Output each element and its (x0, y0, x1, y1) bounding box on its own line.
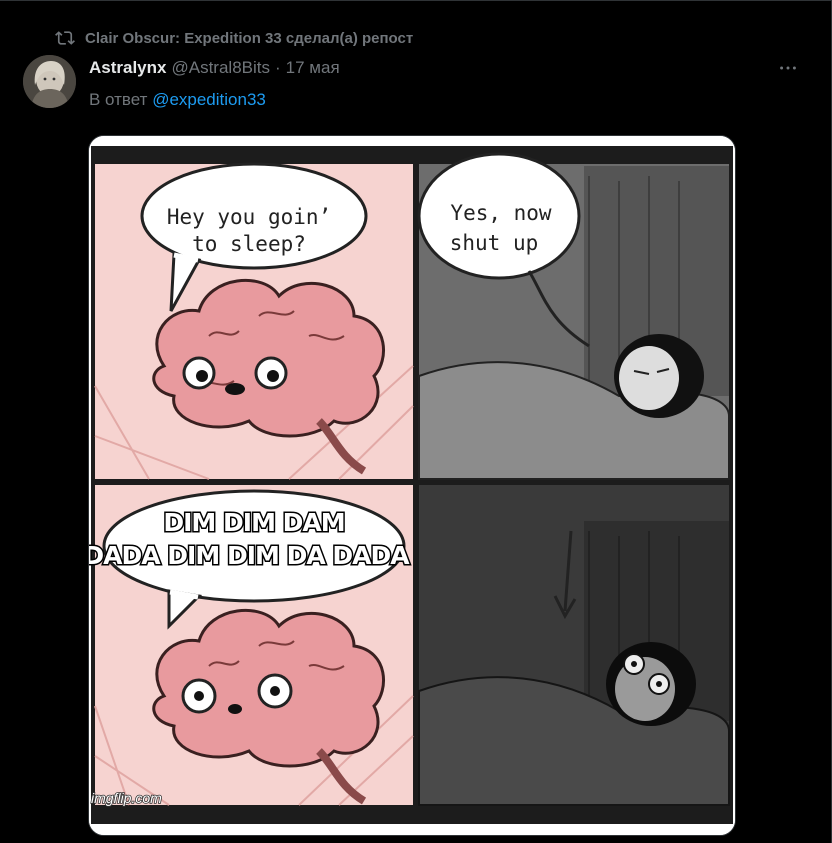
panel3-line1: DIM DIM DAM (163, 508, 344, 537)
repost-text[interactable]: Clair Obscur: Expedition 33 сделал(а) ре… (85, 30, 413, 47)
panel-1: Hey you goin’ to sleep? (94, 162, 414, 480)
panel3-line2: DADA DIM DIM DA DADA (89, 541, 410, 570)
more-button[interactable] (772, 56, 804, 80)
reply-prefix: В ответ (89, 90, 148, 109)
separator-dot: · (275, 58, 281, 77)
repost-indicator: Clair Obscur: Expedition 33 сделал(а) ре… (55, 28, 413, 48)
avatar-image (23, 55, 76, 108)
panel-2: Yes, now shut up (417, 152, 730, 480)
panel1-line2: to sleep? (192, 232, 306, 256)
panel-4 (418, 485, 730, 806)
reply-mention-link[interactable]: @expedition33 (152, 90, 266, 109)
top-divider (0, 0, 832, 1)
avatar[interactable] (23, 55, 76, 108)
repost-icon (55, 31, 75, 45)
author-handle[interactable]: @Astral8Bits (171, 58, 270, 78)
tweet-date[interactable]: 17 мая (286, 58, 340, 78)
meme-image[interactable]: Hey you goin’ to sleep? Yes, now shut up… (88, 135, 736, 836)
panel-3: DIM DIM DAM DADA DIM DIM DA DADA imgflip… (89, 485, 414, 807)
author-name[interactable]: Astralynx (89, 58, 166, 78)
tweet[interactable]: Clair Obscur: Expedition 33 сделал(а) ре… (0, 0, 832, 843)
meme-comic: Hey you goin’ to sleep? Yes, now shut up… (89, 136, 735, 835)
panel1-line1: Hey you goin’ (167, 205, 331, 229)
panel2-line1: Yes, now (450, 201, 552, 225)
tweet-header: Astralynx @Astral8Bits · 17 мая (89, 58, 340, 78)
reply-context: В ответ @expedition33 (89, 90, 266, 110)
panel2-line2: shut up (450, 231, 539, 255)
imgflip-watermark: imgflip.com (91, 790, 162, 806)
more-horizontal-icon (780, 66, 796, 70)
